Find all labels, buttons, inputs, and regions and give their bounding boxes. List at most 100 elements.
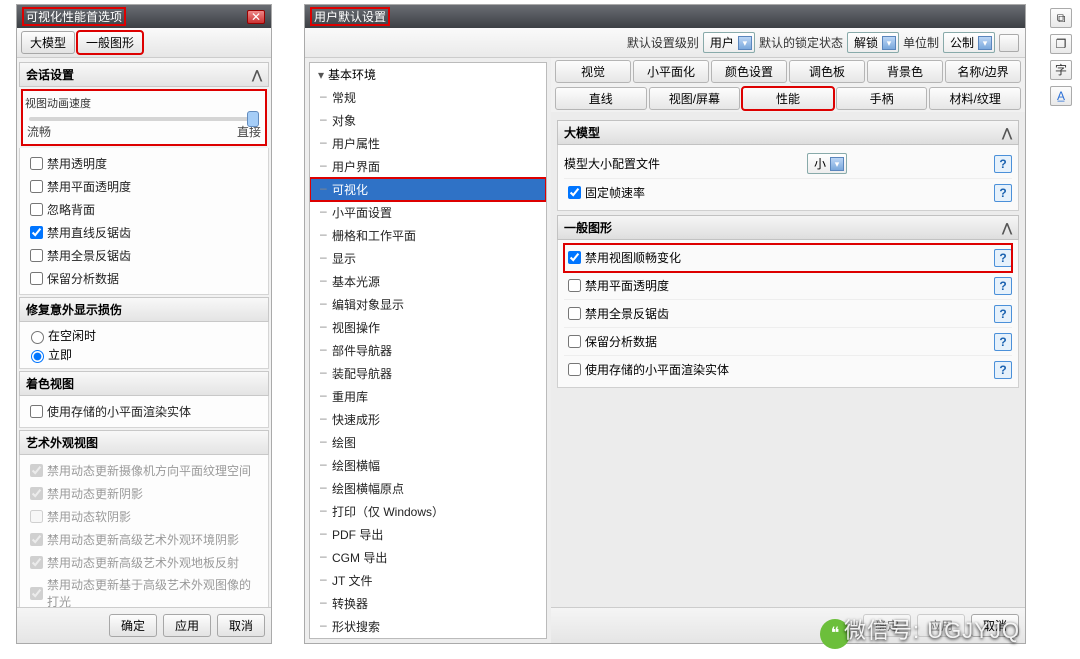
apply-button[interactable]: 应用	[917, 614, 965, 637]
shade-section-head[interactable]: 着色视图	[19, 371, 269, 396]
chk-art-3: 禁用动态更新高级艺术外观环境阴影	[26, 528, 262, 551]
char-icon[interactable]: 字	[1050, 60, 1072, 80]
pages-icon[interactable]: ❐	[1050, 34, 1072, 54]
session-section-head[interactable]: 会话设置 ⋀	[19, 62, 269, 87]
chk-disable-scene-aa[interactable]: 禁用全景反锯齿	[26, 244, 262, 267]
tree-item[interactable]: 用户属性	[310, 132, 546, 155]
tree-item[interactable]: 显示	[310, 247, 546, 270]
help-icon[interactable]: ?	[994, 305, 1012, 323]
nav-tree-panel: 基本环境 常规 对象 用户属性 用户界面 可视化 小平面设置 栅格和工作平面 显…	[305, 58, 551, 643]
radio-on-idle[interactable]: 在空闲时	[26, 326, 262, 345]
help-icon[interactable]: ?	[994, 333, 1012, 351]
chk-disable-transparency[interactable]: 禁用透明度	[26, 152, 262, 175]
cancel-button[interactable]: 取消	[217, 614, 265, 637]
tree-item[interactable]: 可视报告	[310, 638, 546, 639]
unit-combo[interactable]: 公制▾	[943, 32, 995, 53]
restore-icon[interactable]: ⧉	[1050, 8, 1072, 28]
chk-disable-line-aa[interactable]: 禁用直线反锯齿	[26, 221, 262, 244]
help-icon[interactable]: ?	[994, 155, 1012, 173]
row-plane-trans[interactable]: 禁用平面透明度 ?	[564, 272, 1012, 300]
help-icon[interactable]: ?	[994, 184, 1012, 202]
tab-general-graphics[interactable]: 一般图形	[77, 31, 143, 54]
tree-item[interactable]: 视图操作	[310, 316, 546, 339]
model-size-combo[interactable]: 小▾	[807, 153, 847, 174]
chevron-up-icon[interactable]: ⋀	[1002, 221, 1012, 235]
tree-item[interactable]: 栅格和工作平面	[310, 224, 546, 247]
chevron-up-icon[interactable]: ⋀	[252, 68, 262, 82]
chevron-down-icon: ▾	[978, 36, 992, 50]
chk-fixed-fps[interactable]	[568, 186, 581, 199]
tab-background[interactable]: 背景色	[867, 60, 943, 83]
chk-keep-analysis[interactable]	[568, 335, 581, 348]
close-icon[interactable]: ✕	[247, 10, 265, 24]
row-fixed-fps[interactable]: 固定帧速率 ?	[564, 179, 1012, 206]
group-general-head[interactable]: 一般图形 ⋀	[557, 215, 1019, 240]
cancel-button[interactable]: 取消	[971, 614, 1019, 637]
tree-item[interactable]: CGM 导出	[310, 546, 546, 569]
row-model-size-config: 模型大小配置文件 小▾ ?	[564, 149, 1012, 179]
tree-item[interactable]: 绘图横幅原点	[310, 477, 546, 500]
row-facet-render[interactable]: 使用存储的小平面渲染实体 ?	[564, 356, 1012, 383]
tree-item[interactable]: 绘图	[310, 431, 546, 454]
ok-button[interactable]: 确定	[109, 614, 157, 637]
chk-keep-analysis[interactable]: 保留分析数据	[26, 267, 262, 290]
tree-item[interactable]: PDF 导出	[310, 523, 546, 546]
tree-item[interactable]: 装配导航器	[310, 362, 546, 385]
tab-large-model[interactable]: 大模型	[21, 31, 75, 54]
nav-tree[interactable]: 基本环境 常规 对象 用户属性 用户界面 可视化 小平面设置 栅格和工作平面 显…	[309, 62, 547, 639]
tab-name-bounds[interactable]: 名称/边界	[945, 60, 1021, 83]
tree-item[interactable]: 打印（仅 Windows）	[310, 500, 546, 523]
help-icon[interactable]: ?	[994, 277, 1012, 295]
tree-item[interactable]: 用户界面	[310, 155, 546, 178]
chevron-up-icon[interactable]: ⋀	[1002, 126, 1012, 140]
ok-button[interactable]: 确定	[863, 614, 911, 637]
tree-item[interactable]: 基本光源	[310, 270, 546, 293]
tab-faceting[interactable]: 小平面化	[633, 60, 709, 83]
group-title-text: 大模型	[564, 124, 600, 141]
anim-speed-slider[interactable]	[29, 117, 259, 121]
level-combo[interactable]: 用户▾	[703, 32, 755, 53]
tab-performance[interactable]: 性能	[742, 87, 834, 110]
help-icon[interactable]: ?	[994, 249, 1012, 267]
apply-button[interactable]: 应用	[163, 614, 211, 637]
tab-view-screen[interactable]: 视图/屏幕	[649, 87, 741, 110]
tab-palette[interactable]: 调色板	[789, 60, 865, 83]
chk-scene-aa[interactable]	[568, 307, 581, 320]
chk-smooth-view[interactable]	[568, 251, 581, 264]
artistic-section-head[interactable]: 艺术外观视图	[19, 430, 269, 455]
tree-item-visualization[interactable]: 可视化	[310, 178, 546, 201]
tree-item[interactable]: 重用库	[310, 385, 546, 408]
tree-item[interactable]: 部件导航器	[310, 339, 546, 362]
format-icon[interactable]: A̲	[1050, 86, 1072, 106]
repair-section-head[interactable]: 修复意外显示损伤	[19, 297, 269, 322]
tab-handles[interactable]: 手柄	[836, 87, 928, 110]
tree-item[interactable]: 转换器	[310, 592, 546, 615]
tree-item[interactable]: 常规	[310, 86, 546, 109]
chk-plane-trans[interactable]	[568, 279, 581, 292]
tab-line[interactable]: 直线	[555, 87, 647, 110]
tree-item[interactable]: 形状搜索	[310, 615, 546, 638]
chk-ignore-backface[interactable]: 忽略背面	[26, 198, 262, 221]
tree-item[interactable]: 快速成形	[310, 408, 546, 431]
chk-facet-render[interactable]	[568, 363, 581, 376]
row-scene-aa[interactable]: 禁用全景反锯齿 ?	[564, 300, 1012, 328]
tab-material-texture[interactable]: 材料/纹理	[929, 87, 1021, 110]
tree-item[interactable]: JT 文件	[310, 569, 546, 592]
tree-item[interactable]: 编辑对象显示	[310, 293, 546, 316]
info-icon[interactable]	[999, 34, 1019, 52]
tree-item[interactable]: 对象	[310, 109, 546, 132]
tree-item[interactable]: 绘图横幅	[310, 454, 546, 477]
lock-combo[interactable]: 解锁▾	[847, 32, 899, 53]
group-large-model-head[interactable]: 大模型 ⋀	[557, 120, 1019, 145]
tab-visual[interactable]: 视觉	[555, 60, 631, 83]
tab-color-settings[interactable]: 颜色设置	[711, 60, 787, 83]
chk-facet-render[interactable]: 使用存储的小平面渲染实体	[26, 400, 262, 423]
tree-item[interactable]: 小平面设置	[310, 201, 546, 224]
chk-disable-plane-transparency[interactable]: 禁用平面透明度	[26, 175, 262, 198]
row-smooth-view[interactable]: 禁用视图顺畅变化 ?	[564, 244, 1012, 272]
row-keep-analysis[interactable]: 保留分析数据 ?	[564, 328, 1012, 356]
tree-root[interactable]: 基本环境	[310, 63, 546, 86]
radio-immediate[interactable]: 立即	[26, 345, 262, 364]
slider-thumb[interactable]	[247, 111, 259, 127]
help-icon[interactable]: ?	[994, 361, 1012, 379]
